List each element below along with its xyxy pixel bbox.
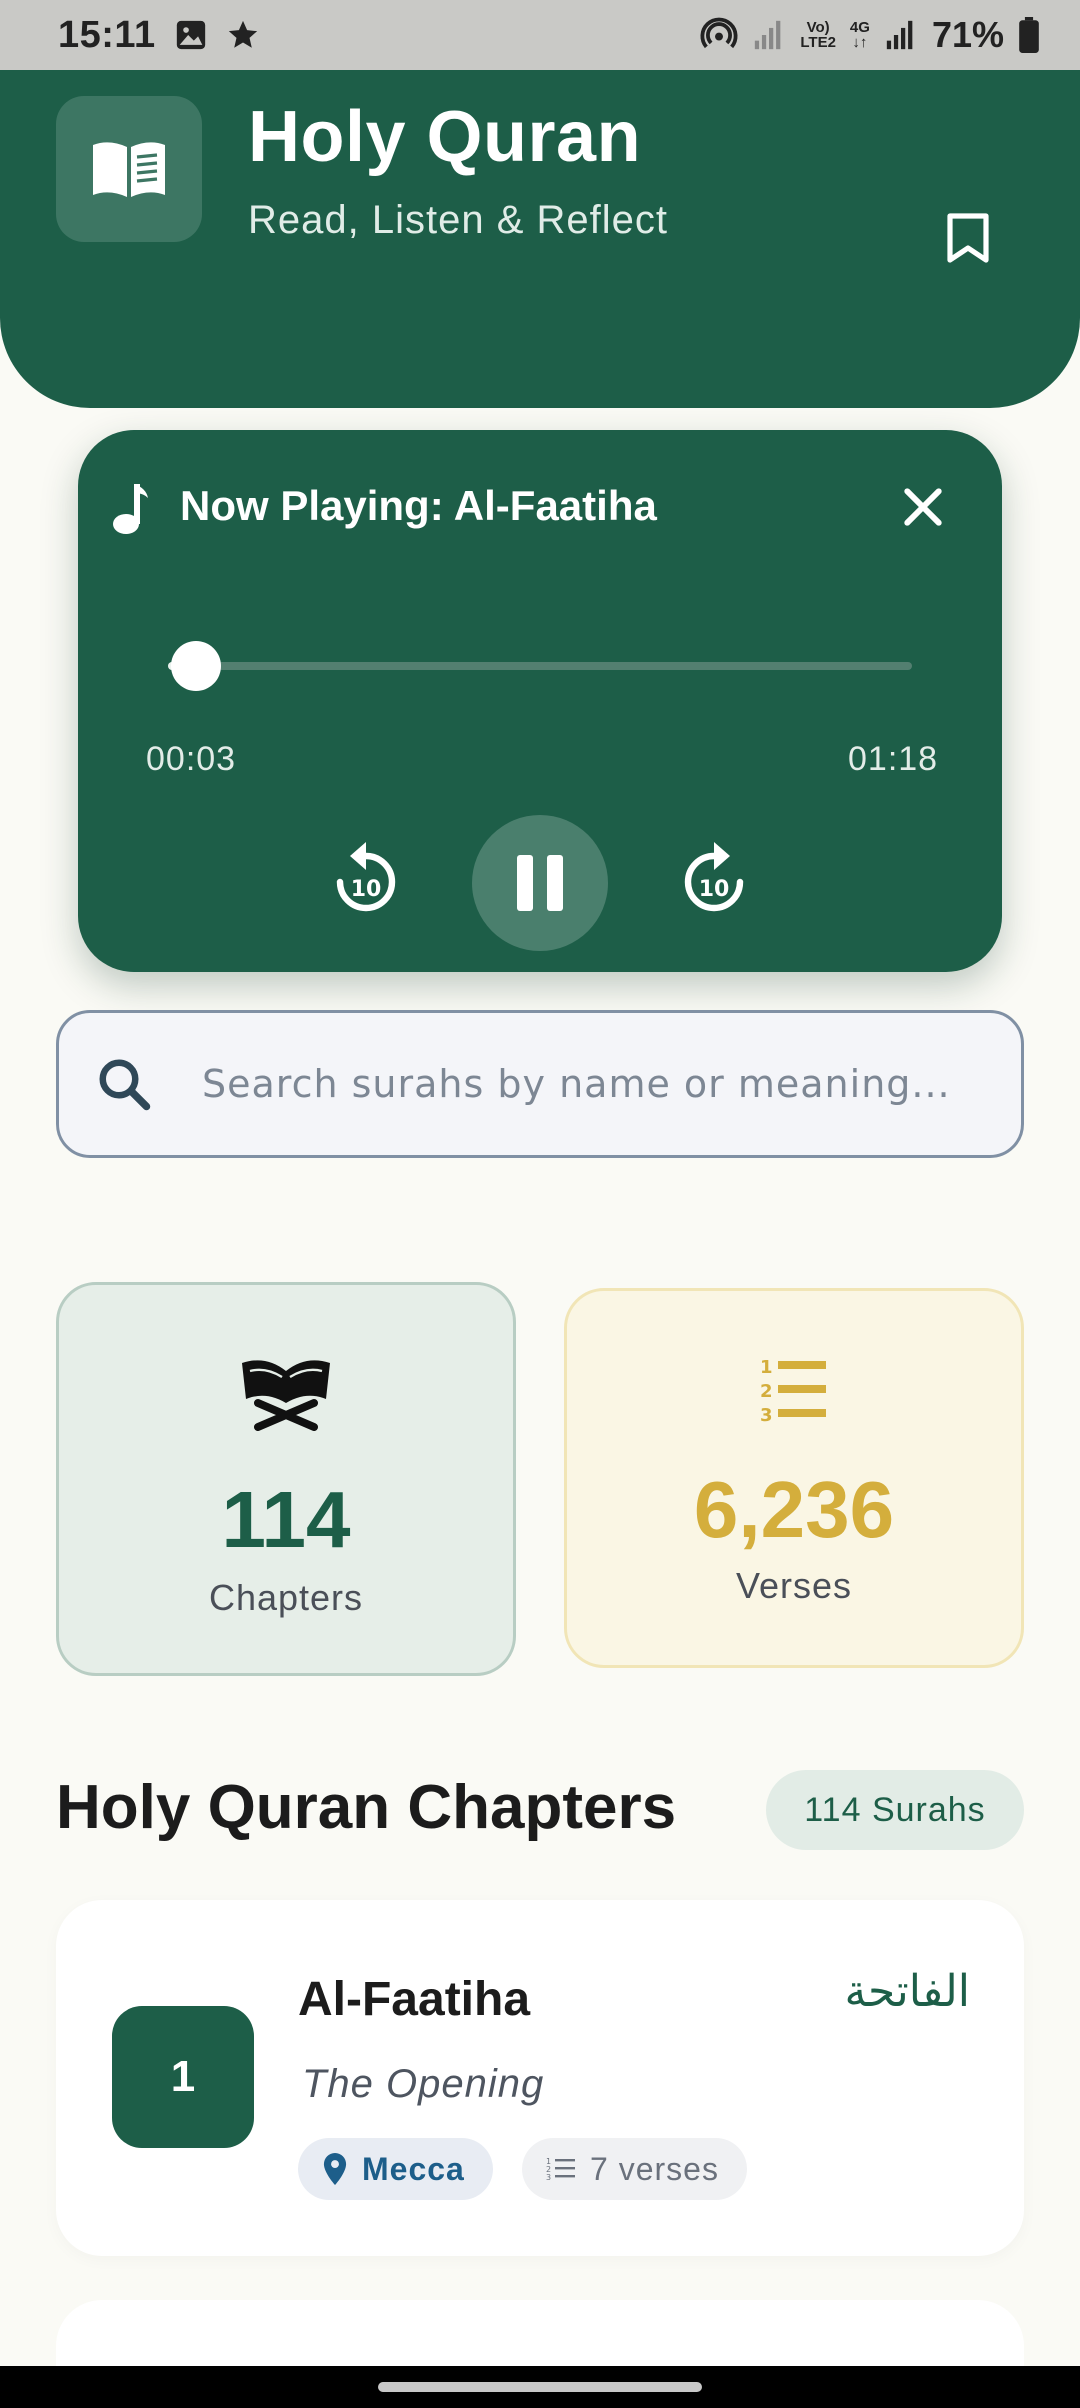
surah-name: Al-Faatiha: [298, 1973, 531, 2026]
chapters-stat-card: 114 Chapters: [56, 1282, 516, 1676]
surah-arabic-name: الفاتحة: [844, 1966, 970, 2017]
pause-button[interactable]: [472, 815, 608, 951]
home-gesture-handle[interactable]: [378, 2382, 702, 2392]
forward-10-icon[interactable]: 10: [678, 840, 750, 920]
verses-label: Verses: [735, 1565, 853, 1606]
close-icon[interactable]: [896, 480, 950, 534]
open-book-icon: [93, 142, 165, 197]
chapters-label: Chapters: [208, 1577, 364, 1618]
svg-text:2: 2: [760, 1381, 773, 1402]
search-icon: [99, 1059, 151, 1111]
surah-count-badge: 114 Surahs: [766, 1770, 1024, 1850]
status-bar: 15:11 Vo) LTE2 4G ↓↑ 71%: [0, 0, 1080, 70]
location-pin-icon: [323, 2153, 347, 2185]
surah-number-badge: 1: [112, 2006, 254, 2148]
signal-strength-icon: [886, 20, 913, 50]
total-time: 01:18: [848, 740, 939, 778]
section-title: Holy Quran Chapters: [56, 1773, 677, 1842]
progress-thumb[interactable]: [171, 641, 222, 691]
image-icon: [176, 20, 205, 50]
current-time: 00:03: [146, 740, 237, 778]
surah-meaning: The Opening: [302, 2062, 545, 2106]
search-input[interactable]: [202, 1044, 982, 1124]
verses-stat-card: 1 2 3 6,236 Verses: [564, 1288, 1024, 1668]
volte-label: Vo) LTE2: [800, 19, 836, 51]
chapters-count: 114: [221, 1475, 351, 1564]
numbered-list-icon: 1 2 3: [760, 1357, 826, 1426]
now-playing-title: Now Playing: Al-Faatiha: [180, 482, 657, 529]
app-title: Holy Quran: [248, 97, 642, 177]
signal-icon: [755, 20, 781, 50]
rewind-label: 10: [351, 877, 382, 902]
hotspot-icon: [700, 17, 738, 49]
pause-icon: [517, 855, 563, 911]
location-text: Mecca: [362, 2150, 465, 2187]
app-logo: [56, 96, 202, 242]
svg-text:3: 3: [760, 1405, 773, 1426]
forward-label: 10: [699, 877, 730, 902]
svg-text:1: 1: [760, 1357, 773, 1378]
list-icon: 1 2 3: [546, 2157, 575, 2182]
rewind-10-icon[interactable]: 10: [330, 840, 402, 920]
bookmark-icon: [947, 213, 989, 263]
verses-count: 6,236: [693, 1465, 895, 1554]
app-subtitle: Read, Listen & Reflect: [248, 198, 668, 242]
bookmark-button[interactable]: [930, 200, 1006, 276]
battery-icon: [1019, 17, 1039, 53]
quran-stand-icon: [242, 1360, 330, 1431]
music-note-icon: [113, 484, 148, 534]
status-time: 15:11: [58, 13, 156, 56]
battery-percent: 71%: [931, 14, 1004, 55]
location-pill: Mecca: [298, 2138, 493, 2200]
verses-text: 7 verses: [590, 2150, 719, 2187]
svg-text:3: 3: [546, 2173, 552, 2182]
verses-pill: 1 2 3 7 verses: [522, 2138, 747, 2200]
network-type: 4G ↓↑: [849, 19, 870, 51]
star-icon: [228, 20, 257, 48]
progress-track[interactable]: [168, 662, 912, 670]
